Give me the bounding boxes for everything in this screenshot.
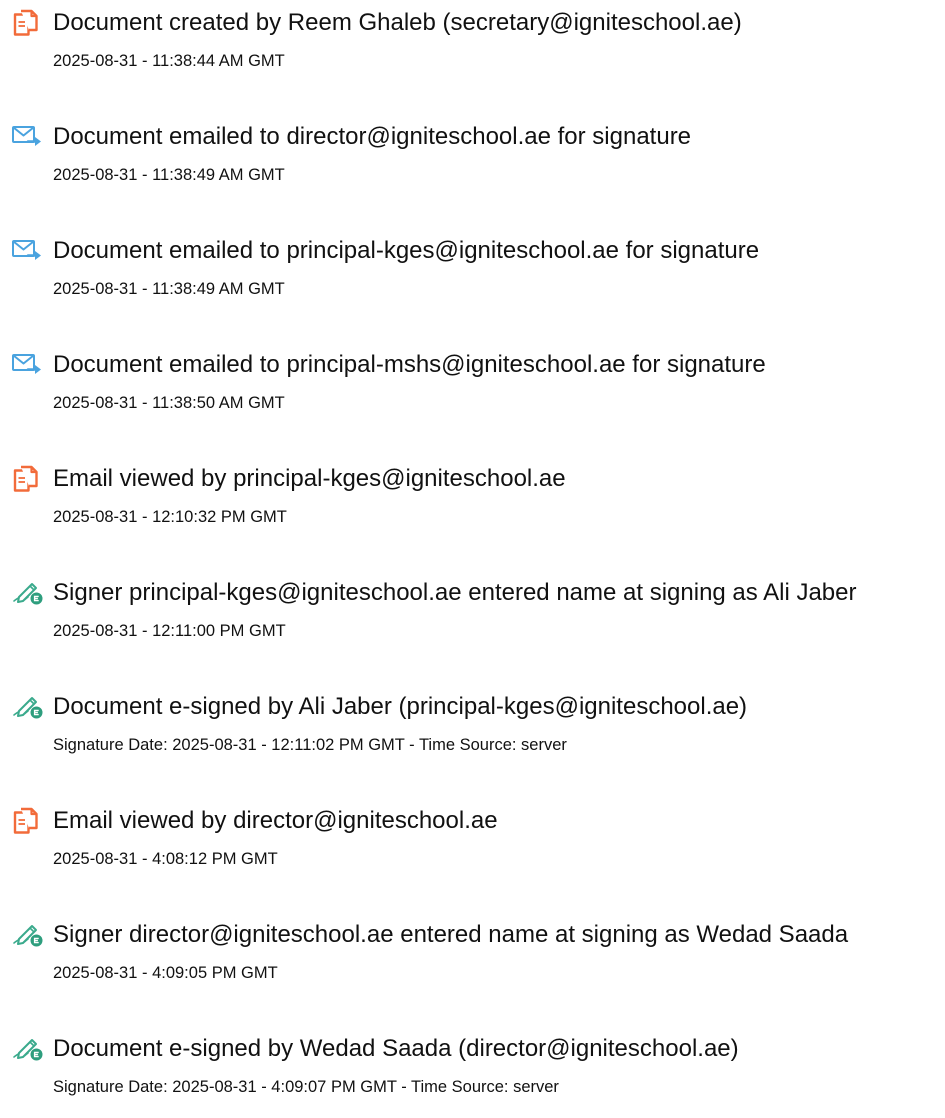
e-sign-pen-icon (10, 578, 46, 608)
event-title: Document e-signed by Ali Jaber (principa… (53, 693, 748, 720)
audit-history-list: Document created by Reem Ghaleb (secreta… (0, 0, 945, 1118)
e-sign-pen-icon (10, 692, 46, 722)
event-viewed-principal-kges: Email viewed by principal-kges@ignitesch… (0, 456, 945, 536)
document-viewed-icon (10, 806, 46, 836)
email-sent-icon (10, 122, 46, 152)
event-esigned-ali-jaber: Document e-signed by Ali Jaber (principa… (0, 684, 945, 764)
event-title: Document e-signed by Wedad Saada (direct… (53, 1035, 739, 1062)
e-sign-pen-icon (10, 1034, 46, 1064)
event-signature-date: Signature Date: 2025-08-31 - 4:09:07 PM … (53, 1078, 559, 1096)
event-emailed-director: Document emailed to director@igniteschoo… (0, 114, 945, 194)
event-title: Document emailed to principal-mshs@ignit… (53, 351, 766, 378)
event-emailed-principal-kges: Document emailed to principal-kges@ignit… (0, 228, 945, 308)
document-created-icon (10, 8, 46, 38)
e-sign-pen-icon (10, 920, 46, 950)
event-title: Document created by Reem Ghaleb (secreta… (53, 9, 742, 36)
event-signature-date: Signature Date: 2025-08-31 - 12:11:02 PM… (53, 736, 567, 754)
email-sent-icon (10, 236, 46, 266)
event-timestamp: 2025-08-31 - 12:10:32 PM GMT (53, 508, 287, 526)
event-emailed-principal-mshs: Document emailed to principal-mshs@ignit… (0, 342, 945, 422)
event-timestamp: 2025-08-31 - 11:38:49 AM GMT (53, 280, 285, 298)
event-title: Email viewed by principal-kges@ignitesch… (53, 465, 566, 492)
event-viewed-director: Email viewed by director@igniteschool.ae… (0, 798, 945, 878)
event-title: Signer director@igniteschool.ae entered … (53, 921, 849, 948)
event-signer-name-ali-jaber: Signer principal-kges@igniteschool.ae en… (0, 570, 945, 650)
event-esigned-wedad-saada: Document e-signed by Wedad Saada (direct… (0, 1026, 945, 1106)
event-title: Email viewed by director@igniteschool.ae (53, 807, 498, 834)
event-signer-name-wedad-saada: Signer director@igniteschool.ae entered … (0, 912, 945, 992)
event-timestamp: 2025-08-31 - 12:11:00 PM GMT (53, 622, 286, 640)
event-title: Document emailed to principal-kges@ignit… (53, 237, 760, 264)
email-sent-icon (10, 350, 46, 380)
event-document-created: Document created by Reem Ghaleb (secreta… (0, 0, 945, 80)
event-timestamp: 2025-08-31 - 11:38:44 AM GMT (53, 52, 285, 70)
event-title: Signer principal-kges@igniteschool.ae en… (53, 579, 857, 606)
event-timestamp: 2025-08-31 - 4:08:12 PM GMT (53, 850, 278, 868)
event-timestamp: 2025-08-31 - 11:38:49 AM GMT (53, 166, 285, 184)
event-title: Document emailed to director@igniteschoo… (53, 123, 692, 150)
document-viewed-icon (10, 464, 46, 494)
event-timestamp: 2025-08-31 - 4:09:05 PM GMT (53, 964, 278, 982)
event-timestamp: 2025-08-31 - 11:38:50 AM GMT (53, 394, 285, 412)
